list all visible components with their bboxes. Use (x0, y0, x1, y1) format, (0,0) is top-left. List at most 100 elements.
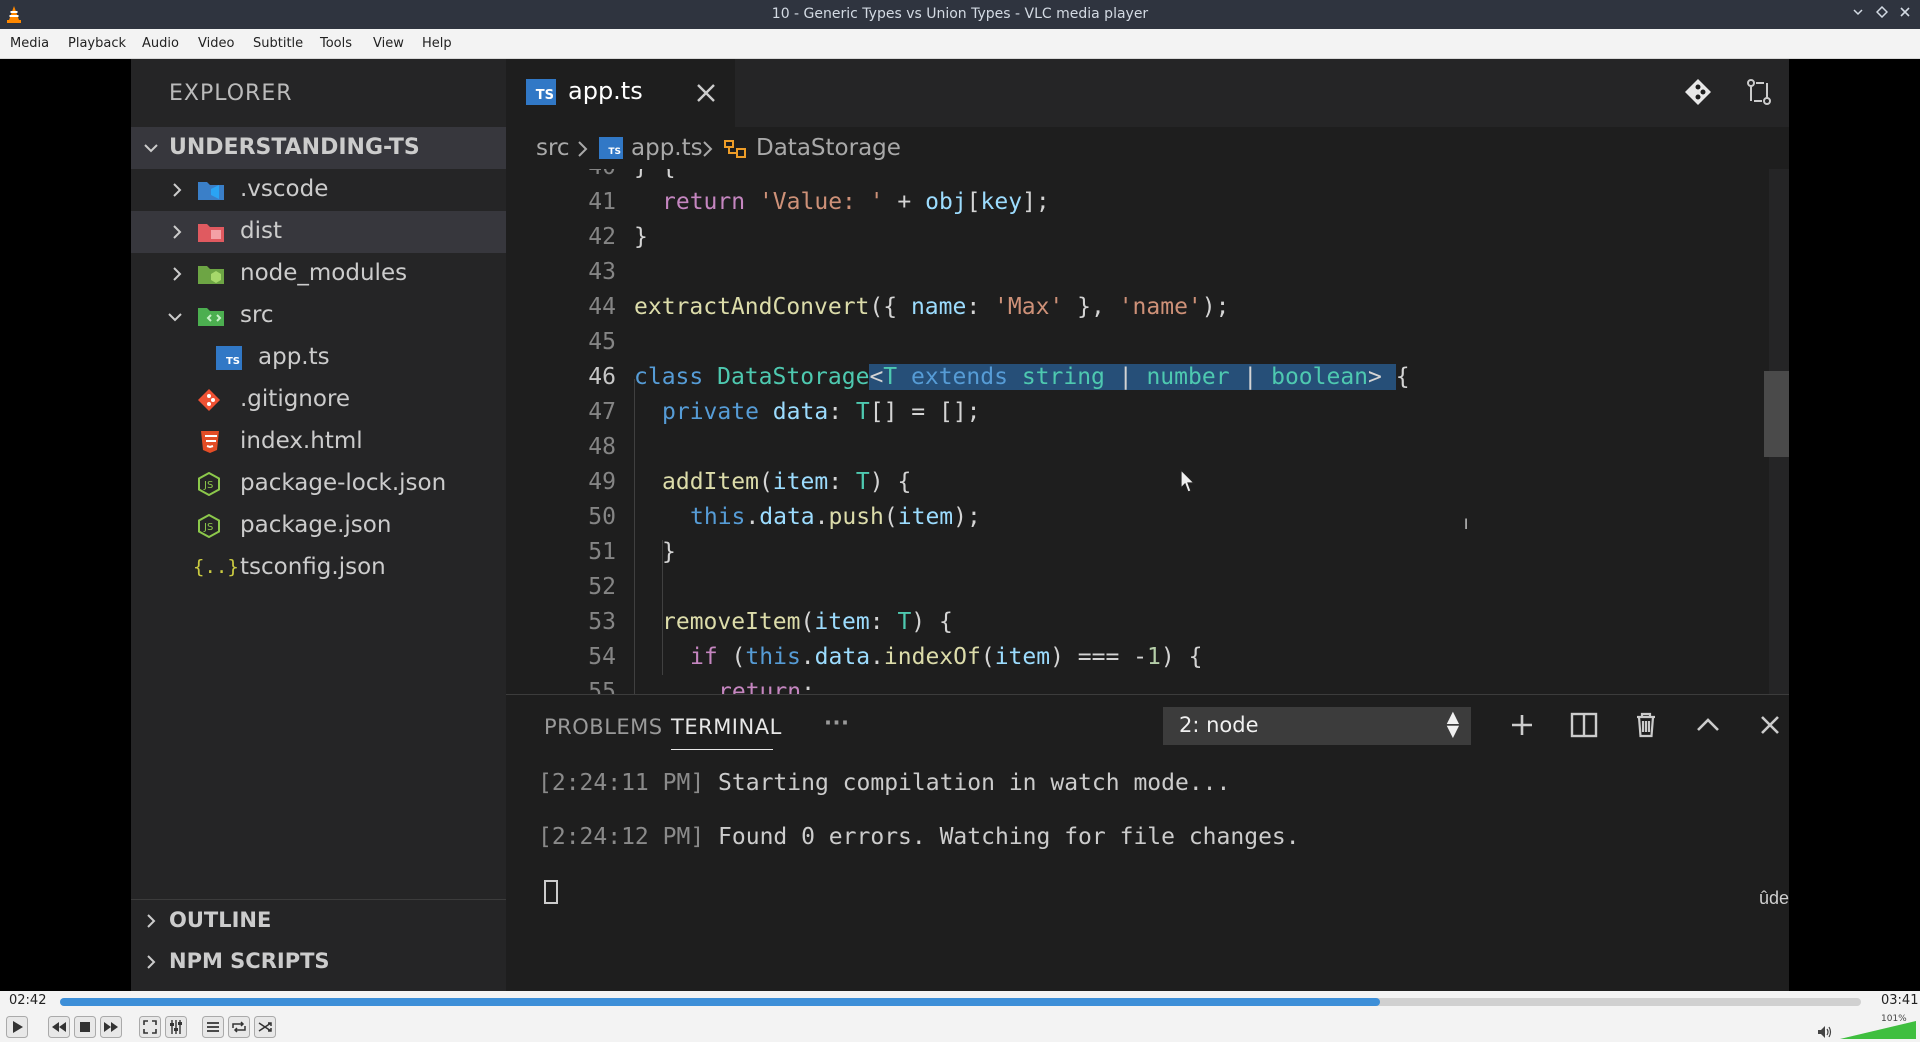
close-icon[interactable] (694, 81, 718, 105)
chevron-right-icon (173, 267, 182, 281)
volume-slider[interactable] (1840, 1021, 1916, 1039)
window-title: 10 - Generic Types vs Union Types - VLC … (771, 6, 1149, 22)
loop-icon[interactable] (228, 1016, 250, 1038)
code-line: 53 removeItem(item: T) { (588, 609, 953, 635)
outline-section[interactable]: OUTLINE (131, 899, 506, 942)
tree-item-package-json[interactable]: JS package.json (131, 505, 506, 547)
more-panel-views-icon[interactable]: ··· (824, 711, 849, 735)
menu-audio[interactable]: Audio (142, 36, 179, 51)
root-folder-label: UNDERSTANDING-TS (169, 135, 420, 160)
dist-folder-icon (198, 224, 224, 242)
svg-text:JS: JS (203, 522, 213, 533)
tree-item-label: dist (240, 218, 282, 244)
menu-video[interactable]: Video (198, 36, 234, 51)
chevron-right-icon (703, 141, 713, 157)
chevron-right-icon (173, 225, 182, 239)
terminal-line: [2:24:12 PM] Found 0 errors. Watching fo… (538, 824, 1300, 850)
typescript-file-icon: TS (599, 137, 623, 159)
total-time[interactable]: 03:41 (1881, 993, 1918, 1008)
tree-item-index-html[interactable]: index.html (131, 421, 506, 463)
shuffle-icon[interactable] (254, 1016, 276, 1038)
menu-tools[interactable]: Tools (320, 36, 352, 51)
menu-help[interactable]: Help (422, 36, 452, 51)
tree-item-label: src (240, 302, 274, 328)
close-icon[interactable] (1754, 709, 1786, 741)
chevron-right-icon (578, 141, 588, 157)
tree-item-tsconfig[interactable]: {..} tsconfig.json (131, 547, 506, 589)
extended-settings-icon[interactable] (165, 1016, 187, 1038)
code-text: } { (634, 169, 676, 180)
tree-item-node-modules[interactable]: node_modules (131, 253, 506, 295)
video-area[interactable]: EXPLORER UNDERSTANDING-TS .vscode dist n… (0, 59, 1920, 991)
code-line: 54 if (this.data.indexOf(item) === -1) { (588, 644, 1203, 670)
tree-item-label: tsconfig.json (240, 554, 386, 580)
chevron-up-icon[interactable] (1692, 709, 1724, 741)
previous-icon[interactable] (48, 1016, 70, 1038)
player-controls: 02:42 03:41 101% (0, 991, 1920, 1042)
code-line: 41 return 'Value: ' + obj[key]; (588, 189, 1050, 215)
tab-problems[interactable]: PROBLEMS (544, 715, 663, 739)
typescript-file-icon: TS (216, 346, 242, 370)
vscode-folder-icon (198, 182, 224, 200)
code-line: 51} (588, 539, 676, 565)
tree-item-label: .vscode (240, 176, 329, 202)
node-json-file-icon: JS (198, 472, 220, 496)
code-line: 43 (588, 259, 616, 285)
tree-item-dist[interactable]: dist (131, 211, 506, 253)
tree-item-label: package.json (240, 512, 392, 538)
next-icon[interactable] (100, 1016, 122, 1038)
breadcrumb-file[interactable]: app.ts (631, 135, 703, 161)
tree-item-app-ts[interactable]: TS app.ts (131, 337, 506, 379)
breadcrumb: src TS app.ts DataStorage (506, 127, 1789, 169)
chevron-right-icon (147, 914, 156, 928)
npm-scripts-label: NPM SCRIPTS (169, 949, 330, 973)
menu-subtitle[interactable]: Subtitle (253, 36, 303, 51)
code-line: 47 private data: T[] = []; (588, 399, 981, 425)
restore-icon (1875, 5, 1889, 19)
node-json-file-icon: JS (198, 514, 220, 538)
tab-app-ts[interactable]: TS app.ts (506, 59, 735, 127)
npm-scripts-section[interactable]: NPM SCRIPTS (131, 941, 506, 983)
split-terminal-icon[interactable] (1568, 709, 1600, 741)
code-editor[interactable]: 40} { 41return 'Value: ' + obj[key]; 42}… (506, 169, 1789, 694)
tree-item-label: index.html (240, 428, 363, 454)
tree-item-vscode[interactable]: .vscode (131, 169, 506, 211)
code-line: 52 (588, 574, 616, 600)
terminal-select[interactable]: 2: node ▲ ▼ (1163, 707, 1471, 745)
minimize-button[interactable] (1849, 5, 1867, 23)
code-line-current: 46 class DataStorage<T extends string | n… (588, 364, 1410, 390)
seek-bar-fill (60, 998, 1381, 1006)
tree-item-gitignore[interactable]: .gitignore (131, 379, 506, 421)
play-icon[interactable] (6, 1016, 28, 1038)
udemy-watermark: ûdemy (1759, 888, 1789, 908)
menu-view[interactable]: View (373, 36, 404, 51)
node-folder-icon (198, 266, 224, 284)
json-braces-icon: {..} (193, 556, 239, 578)
root-folder[interactable]: UNDERSTANDING-TS (131, 127, 506, 169)
seek-bar[interactable] (60, 998, 1861, 1006)
speaker-icon[interactable] (1817, 1025, 1833, 1039)
trash-icon[interactable] (1630, 709, 1662, 741)
open-changes-icon[interactable] (1744, 77, 1774, 107)
git-compare-icon[interactable] (1683, 77, 1713, 107)
editor-tab-bar: TS app.ts (506, 59, 1789, 127)
code-line: 50 this.data.push(item); (588, 504, 981, 530)
editor-scrollbar-thumb[interactable] (1764, 371, 1789, 457)
stop-icon[interactable] (74, 1016, 96, 1038)
menu-playback[interactable]: Playback (68, 36, 126, 51)
tree-item-label: app.ts (258, 344, 330, 370)
breadcrumb-symbol[interactable]: DataStorage (756, 135, 901, 161)
tree-item-package-lock[interactable]: JS package-lock.json (131, 463, 506, 505)
playlist-icon[interactable] (202, 1016, 224, 1038)
maximize-button[interactable] (1873, 5, 1891, 23)
breadcrumb-src[interactable]: src (536, 135, 570, 161)
menu-media[interactable]: Media (10, 36, 49, 51)
html-file-icon (201, 431, 219, 453)
close-button[interactable] (1896, 5, 1914, 23)
new-terminal-icon[interactable] (1506, 709, 1538, 741)
tab-terminal[interactable]: TERMINAL (671, 715, 782, 739)
fullscreen-icon[interactable] (139, 1016, 161, 1038)
code-line: 45 (588, 329, 616, 355)
tree-item-label: package-lock.json (240, 470, 447, 496)
tree-item-src[interactable]: src (131, 295, 506, 337)
